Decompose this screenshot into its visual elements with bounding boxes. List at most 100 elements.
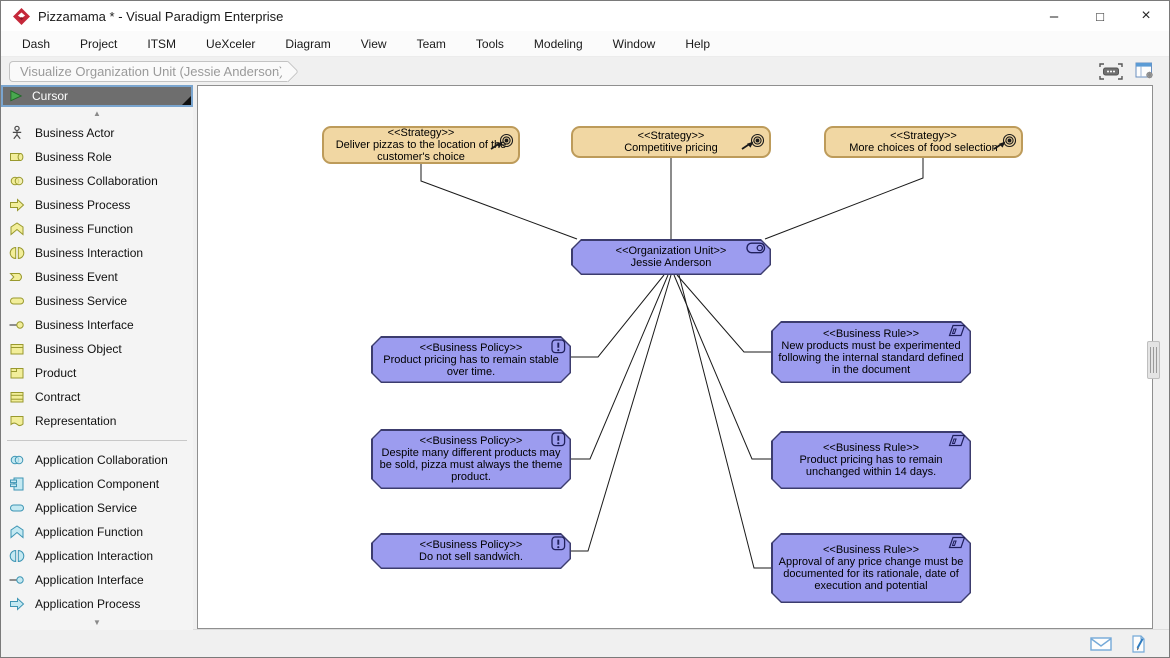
node-strategy-deliver[interactable]: <<Strategy>>Deliver pizzas to the locati…: [322, 126, 520, 164]
palette-item-label: Product: [35, 366, 76, 380]
panel-layout-icon[interactable]: [1131, 59, 1159, 83]
palette-item-business-event[interactable]: Business Event: [1, 265, 193, 289]
palette-item-business-object[interactable]: Business Object: [1, 337, 193, 361]
business-interaction-icon: [9, 245, 27, 261]
node-policy-no-sandwich[interactable]: <<Business Policy>>Do not sell sandwich.: [371, 533, 571, 569]
maximize-button[interactable]: □: [1077, 1, 1123, 31]
node-name: Product pricing has to remain stable ove…: [376, 354, 566, 378]
business-collaboration-icon: [9, 173, 27, 189]
application-service-icon: [9, 500, 27, 516]
palette-item-contract[interactable]: Contract: [1, 385, 193, 409]
node-strategy-choices[interactable]: <<Strategy>>More choices of food selecti…: [824, 126, 1023, 158]
diagram-canvas[interactable]: <<Strategy>> Deliver pizzas to the locati…: [197, 85, 1153, 629]
node-rule-new-products[interactable]: <<Business Rule>>New products must be ex…: [771, 321, 971, 383]
palette-item-label: Business Function: [35, 222, 133, 236]
palette-item-application-component[interactable]: Application Component: [1, 472, 193, 496]
node-rule-unchanged-14-days[interactable]: <<Business Rule>>Product pricing has to …: [771, 431, 971, 489]
zoom-fit-icon[interactable]: [1097, 59, 1125, 83]
policy-exclamation-icon: [551, 432, 566, 447]
palette-item-product[interactable]: Product: [1, 361, 193, 385]
close-button[interactable]: ×: [1123, 1, 1169, 31]
window-title: Pizzamama * - Visual Paradigm Enterprise: [38, 9, 1031, 24]
menu-item-dash[interactable]: Dash: [7, 31, 65, 56]
diagram-connections: [198, 86, 1152, 628]
menu-item-modeling[interactable]: Modeling: [519, 31, 598, 56]
palette-item-label: Business Object: [35, 342, 122, 356]
contract-icon: [9, 389, 27, 405]
node-strategy-pricing[interactable]: <<Strategy>>Competitive pricing: [571, 126, 771, 158]
node-name: Approval of any price change must be doc…: [776, 556, 966, 592]
palette-item-label: Application Interface: [35, 573, 144, 587]
node-org-unit-jessie[interactable]: <<Organization Unit>>Jessie Anderson: [571, 239, 771, 275]
palette-item-label: Contract: [35, 390, 80, 404]
palette-item-label: Business Role: [35, 150, 112, 164]
node-stereotype: <<Strategy>>: [831, 130, 1016, 142]
palette-item-application-service[interactable]: Application Service: [1, 496, 193, 520]
business-service-icon: [9, 293, 27, 309]
palette-item-label: Business Event: [35, 270, 118, 284]
connector: [571, 275, 671, 551]
palette-cursor-tool[interactable]: Cursor: [1, 85, 193, 107]
app-window: Pizzamama * - Visual Paradigm Enterprise…: [0, 0, 1170, 658]
palette-item-business-interface[interactable]: Business Interface: [1, 313, 193, 337]
palette-item-business-actor[interactable]: Business Actor: [1, 121, 193, 145]
palette-corner-handle[interactable]: [182, 96, 191, 105]
node-name: Deliver pizzas to the location of the cu…: [329, 139, 513, 163]
application-process-icon: [9, 596, 27, 612]
main-area: Cursor ▲ Business Actor Business Role Busi…: [1, 85, 1169, 629]
node-rule-approval[interactable]: <<Business Rule>>Approval of any price c…: [771, 533, 971, 603]
palette-item-business-collaboration[interactable]: Business Collaboration: [1, 169, 193, 193]
business-function-icon: [9, 221, 27, 237]
palette-item-business-role[interactable]: Business Role: [1, 145, 193, 169]
palette-item-label: Application Function: [35, 525, 143, 539]
palette-item-business-function[interactable]: Business Function: [1, 217, 193, 241]
strategy-target-icon: [739, 133, 765, 151]
connector: [421, 164, 577, 239]
palette-item-application-interaction[interactable]: Application Interaction: [1, 544, 193, 568]
panel-collapse-grip[interactable]: [1147, 341, 1160, 379]
menu-item-help[interactable]: Help: [670, 31, 725, 56]
palette-item-application-process[interactable]: Application Process: [1, 592, 193, 616]
rule-parallelogram-icon: [945, 324, 966, 337]
palette-item-application-interface[interactable]: Application Interface: [1, 568, 193, 592]
palette-item-application-collaboration[interactable]: Application Collaboration: [1, 448, 193, 472]
palette-item-label: Application Process: [35, 597, 140, 611]
menu-bar: DashProjectITSMUeXcelerDiagramViewTeamTo…: [1, 31, 1169, 57]
minimize-button[interactable]: –: [1031, 1, 1077, 31]
menu-item-tools[interactable]: Tools: [461, 31, 519, 56]
edit-note-icon[interactable]: [1127, 633, 1151, 655]
palette-divider: [7, 440, 187, 441]
palette-item-business-service[interactable]: Business Service: [1, 289, 193, 313]
product-icon: [9, 365, 27, 381]
visual-paradigm-logo-icon: [13, 8, 30, 25]
palette-item-representation[interactable]: Representation: [1, 409, 193, 433]
palette-item-label: Application Service: [35, 501, 137, 515]
node-stereotype: <<Strategy>>: [578, 130, 764, 142]
menu-item-view[interactable]: View: [346, 31, 402, 56]
diagram-tab-bar: Visualize Organization Unit (Jessie Ande…: [1, 57, 1169, 85]
palette-item-label: Application Component: [35, 477, 159, 491]
palette-scroll-up[interactable]: ▲: [1, 107, 193, 121]
connector: [765, 158, 923, 239]
palette-item-application-function[interactable]: Application Function: [1, 520, 193, 544]
node-policy-stable-pricing[interactable]: <<Business Policy>>Product pricing has t…: [371, 336, 571, 383]
menu-item-itsm[interactable]: ITSM: [132, 31, 191, 56]
organization-unit-icon: [746, 242, 766, 254]
palette-item-business-process[interactable]: Business Process: [1, 193, 193, 217]
node-name: Do not sell sandwich.: [376, 551, 566, 563]
mail-icon[interactable]: [1089, 633, 1113, 655]
menu-item-project[interactable]: Project: [65, 31, 132, 56]
diagram-tab[interactable]: Visualize Organization Unit (Jessie Ande…: [9, 61, 288, 82]
menu-item-team[interactable]: Team: [402, 31, 461, 56]
tool-palette: Cursor ▲ Business Actor Business Role Busi…: [1, 85, 193, 630]
node-name: Product pricing has to remain unchanged …: [776, 454, 966, 478]
palette-item-business-interaction[interactable]: Business Interaction: [1, 241, 193, 265]
palette-scroll-down[interactable]: ▼: [1, 616, 193, 630]
node-policy-theme-product[interactable]: <<Business Policy>>Despite many differen…: [371, 429, 571, 489]
application-component-icon: [9, 476, 27, 492]
menu-item-uexceler[interactable]: UeXceler: [191, 31, 270, 56]
business-actor-icon: [9, 125, 27, 141]
business-event-icon: [9, 269, 27, 285]
menu-item-diagram[interactable]: Diagram: [270, 31, 345, 56]
menu-item-window[interactable]: Window: [598, 31, 671, 56]
